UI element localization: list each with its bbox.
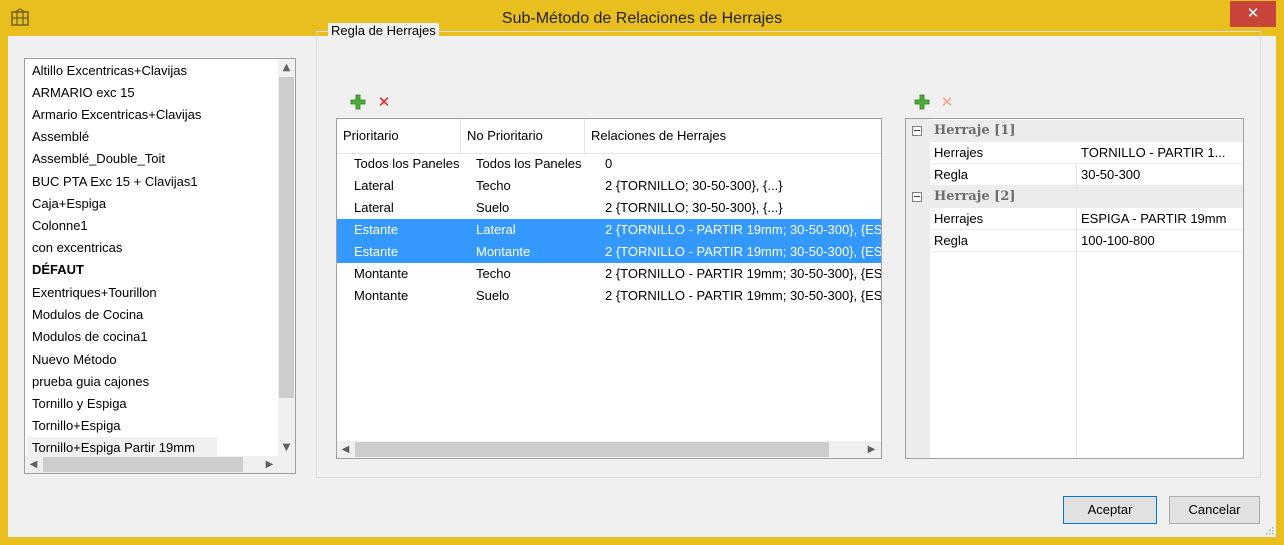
table-row[interactable]: Todos los Paneles Todos los Paneles 0 xyxy=(337,153,881,175)
resize-grip-icon[interactable] xyxy=(1264,525,1274,535)
table-cell: Lateral xyxy=(476,222,516,237)
table-cell: 0 xyxy=(605,156,613,171)
table-cell: Montante xyxy=(476,244,531,259)
list-item[interactable]: con excentricas xyxy=(32,237,122,259)
column-header-relaciones[interactable]: Relaciones de Herrajes xyxy=(585,119,881,153)
column-header-prioritario[interactable]: Prioritario xyxy=(337,119,461,153)
table-cell: 2 {TORNILLO - PARTIR 19mm; 30-50-300}, {… xyxy=(605,266,882,281)
table-row[interactable]: Lateral Techo 2 {TORNILLO; 30-50-300}, {… xyxy=(337,175,881,197)
accept-button[interactable]: Aceptar xyxy=(1063,496,1157,524)
scroll-up-icon[interactable]: ▲ xyxy=(278,59,295,76)
scroll-left-icon[interactable]: ◀ xyxy=(337,441,354,458)
close-button[interactable]: ✕ xyxy=(1230,1,1276,27)
list-item[interactable]: Modulos de cocina1 xyxy=(32,326,148,348)
property-value[interactable]: ESPIGA - PARTIR 19mm xyxy=(1077,208,1243,230)
category-herraje-1[interactable]: Herraje [1] xyxy=(906,120,1243,142)
table-row[interactable]: Montante Suelo 2 {TORNILLO - PARTIR 19mm… xyxy=(337,285,882,307)
list-item[interactable]: Armario Excentricas+Clavijas xyxy=(32,104,201,126)
table-cell: Lateral xyxy=(354,178,394,193)
table-row[interactable]: Montante Techo 2 {TORNILLO - PARTIR 19mm… xyxy=(337,263,882,285)
list-item[interactable]: prueba guia cajones xyxy=(32,371,149,393)
collapse-icon[interactable] xyxy=(912,192,922,202)
table-cell: 2 {TORNILLO - PARTIR 19mm; 30-50-300}, {… xyxy=(605,244,882,259)
list-item[interactable]: Caja+Espiga xyxy=(32,193,106,215)
table-cell: Techo xyxy=(476,178,511,193)
list-item[interactable]: Nuevo Método xyxy=(32,349,117,371)
scroll-down-icon[interactable]: ▼ xyxy=(278,439,295,456)
property-row[interactable]: Regla 30-50-300 xyxy=(906,164,1243,186)
property-value[interactable]: TORNILLO - PARTIR 1... xyxy=(1077,142,1243,164)
property-row[interactable]: Regla 100-100-800 xyxy=(906,230,1243,252)
list-horizontal-scrollbar[interactable]: ◀ ▶ xyxy=(25,456,295,473)
property-name: Herrajes xyxy=(930,208,1076,230)
delete-hardware-icon[interactable]: ✕ xyxy=(939,94,955,110)
property-row[interactable]: Herrajes ESPIGA - PARTIR 19mm xyxy=(906,208,1243,230)
table-row-selected[interactable]: Estante Lateral 2 {TORNILLO - PARTIR 19m… xyxy=(337,219,882,241)
method-list[interactable]: Altillo Excentricas+Clavijas ARMARIO exc… xyxy=(24,58,296,474)
table-cell: Montante xyxy=(354,288,409,303)
list-item[interactable]: Assemblé_Double_Toit xyxy=(32,148,165,170)
table-cell: Estante xyxy=(354,244,399,259)
scroll-right-icon[interactable]: ▶ xyxy=(863,441,880,458)
add-hardware-icon[interactable] xyxy=(914,94,930,110)
list-item[interactable]: Exentriques+Tourillon xyxy=(32,282,157,304)
table-cell: 2 {TORNILLO; 30-50-300}, {...} xyxy=(605,200,783,215)
scroll-left-icon[interactable]: ◀ xyxy=(25,456,42,473)
list-item[interactable]: Modulos de Cocina xyxy=(32,304,143,326)
list-item[interactable]: BUC PTA Exc 15 + Clavijas1 xyxy=(32,171,198,193)
table-cell: 2 {TORNILLO - PARTIR 19mm; 30-50-300}, {… xyxy=(605,222,882,237)
property-value[interactable]: 30-50-300 xyxy=(1077,164,1243,186)
property-row[interactable]: Herrajes TORNILLO - PARTIR 1... xyxy=(906,142,1243,164)
table-cell: Suelo xyxy=(476,200,510,215)
grid-horizontal-scrollbar[interactable]: ◀ ▶ xyxy=(337,441,881,458)
table-cell: 2 {TORNILLO; 30-50-300}, {...} xyxy=(605,178,783,193)
property-value[interactable]: 100-100-800 xyxy=(1077,230,1243,252)
scroll-right-icon[interactable]: ▶ xyxy=(261,456,278,473)
property-name: Regla xyxy=(930,230,1076,252)
property-name: Herrajes xyxy=(930,142,1076,164)
list-item[interactable]: Colonne1 xyxy=(32,215,88,237)
table-cell: Todos los Paneles xyxy=(354,156,460,171)
table-cell: 2 {TORNILLO - PARTIR 19mm; 30-50-300}, {… xyxy=(605,288,882,303)
list-item[interactable]: Tornillo y Espiga xyxy=(32,393,127,415)
table-row[interactable]: Lateral Suelo 2 {TORNILLO; 30-50-300}, {… xyxy=(337,197,881,219)
column-header-no-prioritario[interactable]: No Prioritario xyxy=(461,119,585,153)
property-name: Regla xyxy=(930,164,1076,186)
table-cell: Lateral xyxy=(354,200,394,215)
group-label: Regla de Herrajes xyxy=(328,23,439,39)
list-vertical-scrollbar[interactable]: ▲ ▼ xyxy=(278,59,295,456)
scroll-thumb[interactable] xyxy=(43,457,243,472)
rules-grid[interactable]: Prioritario No Prioritario Relaciones de… xyxy=(336,118,882,459)
table-cell: Suelo xyxy=(476,288,510,303)
property-grid[interactable]: Herraje [1] Herrajes TORNILLO - PARTIR 1… xyxy=(905,118,1244,459)
collapse-icon[interactable] xyxy=(912,126,922,136)
list-item[interactable]: ARMARIO exc 15 xyxy=(32,82,135,104)
category-herraje-2[interactable]: Herraje [2] xyxy=(906,186,1243,208)
table-row-selected[interactable]: Estante Montante 2 {TORNILLO - PARTIR 19… xyxy=(337,241,882,263)
table-cell: Estante xyxy=(354,222,399,237)
list-item[interactable]: Assemblé xyxy=(32,126,89,148)
cancel-button[interactable]: Cancelar xyxy=(1169,496,1260,524)
add-rule-icon[interactable] xyxy=(350,94,366,110)
list-item[interactable]: Altillo Excentricas+Clavijas xyxy=(32,60,187,82)
table-cell: Todos los Paneles xyxy=(476,156,582,171)
category-label: Herraje [2] xyxy=(934,189,1016,204)
delete-rule-icon[interactable]: ✕ xyxy=(376,94,392,110)
scroll-thumb[interactable] xyxy=(355,442,829,457)
list-item[interactable]: DÉFAUT xyxy=(32,259,84,281)
list-item[interactable]: Tornillo+Espiga xyxy=(32,415,121,437)
scroll-thumb[interactable] xyxy=(279,77,294,398)
category-label: Herraje [1] xyxy=(934,123,1016,138)
table-cell: Montante xyxy=(354,266,409,281)
table-cell: Techo xyxy=(476,266,511,281)
